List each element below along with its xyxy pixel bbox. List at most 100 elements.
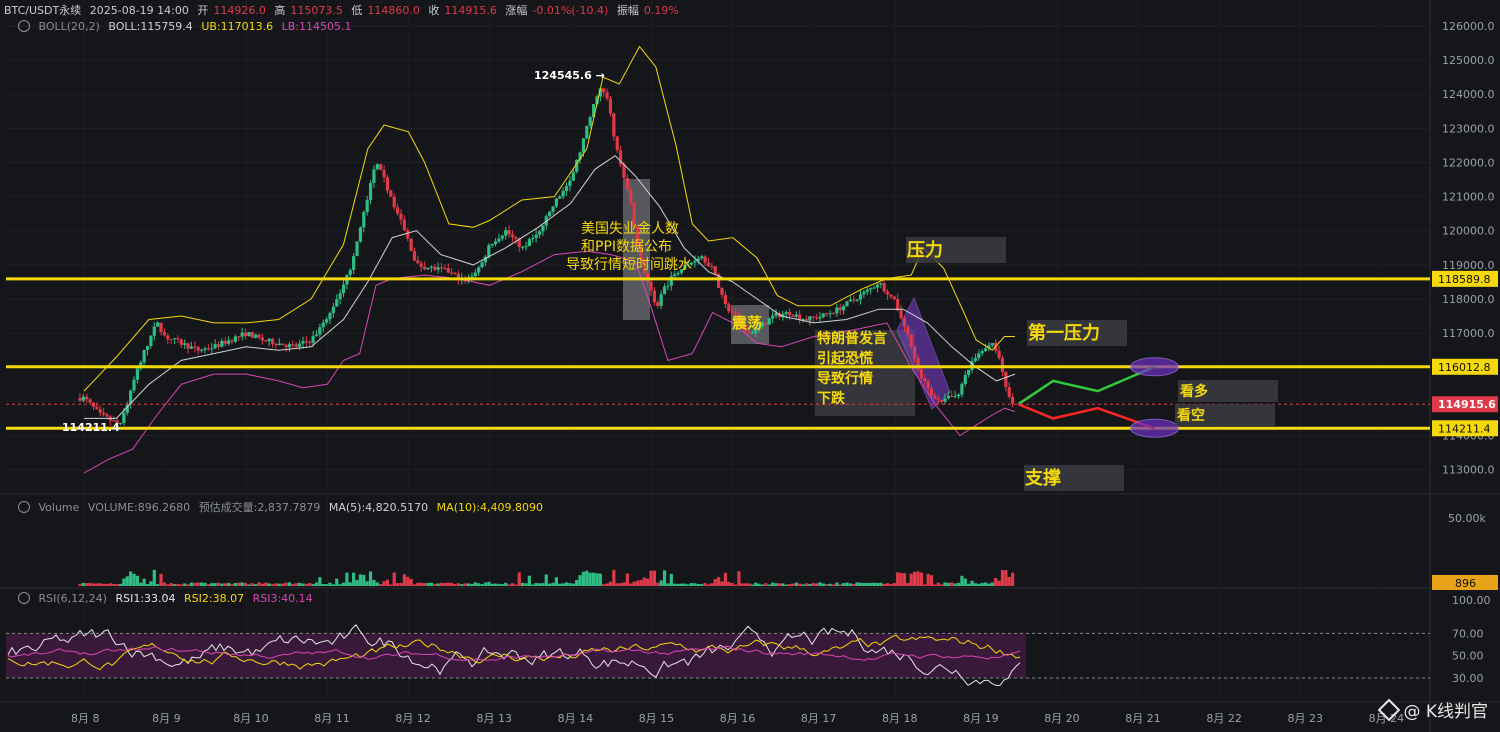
volume-bar	[254, 584, 258, 586]
candle-body	[480, 262, 484, 268]
volume-bar	[176, 583, 180, 586]
volume-bar	[973, 583, 978, 586]
candle-body	[352, 256, 356, 270]
volume-bar	[639, 580, 643, 586]
volume-estimate: 预估成交量:2,837.7879	[198, 501, 321, 514]
volume-bar	[216, 582, 221, 586]
candle-body	[416, 260, 420, 264]
volume-bar	[416, 582, 420, 586]
eye-icon[interactable]	[18, 20, 30, 32]
candle-body	[923, 378, 927, 382]
volume-bar	[490, 583, 494, 586]
eye-icon[interactable]	[18, 501, 30, 513]
candle-body	[967, 369, 971, 375]
volume-bar	[301, 583, 305, 586]
volume-bar	[91, 583, 96, 586]
volume-bar	[433, 584, 437, 586]
date-tick-label: 8月 20	[1044, 712, 1080, 725]
candle-body	[554, 198, 559, 207]
volume-bar	[260, 583, 265, 586]
candle-body	[581, 138, 586, 153]
volume-bar	[956, 582, 961, 586]
candle-body	[787, 312, 792, 316]
volume-bar	[605, 583, 609, 586]
candle-body	[493, 241, 498, 244]
volume-bar	[477, 583, 481, 586]
candle-body	[862, 291, 866, 295]
date-tick-label: 8月 14	[558, 712, 594, 725]
volume-bar	[777, 583, 782, 586]
level-price-label: 114211.4	[1438, 422, 1491, 435]
volume-bar	[723, 572, 727, 586]
candle-body	[304, 341, 308, 343]
volume-bar	[460, 584, 464, 586]
volume-bar	[345, 572, 349, 586]
candle-body	[622, 164, 626, 178]
candle-body	[926, 381, 930, 389]
volume-bar	[338, 584, 342, 586]
volume-bar	[696, 583, 700, 586]
date-tick-label: 8月 10	[233, 712, 269, 725]
candle-body	[899, 310, 903, 319]
volume-bar	[615, 583, 619, 586]
candle-body	[189, 346, 194, 349]
rsi-tick-label: 70.00	[1452, 627, 1484, 640]
volume-bar	[281, 583, 285, 586]
volume-bar	[869, 582, 873, 586]
volume-bar	[733, 584, 738, 586]
close-label: 收	[428, 4, 440, 17]
volume-bar	[646, 578, 650, 586]
candle-body	[558, 196, 562, 199]
volume-bar	[385, 579, 390, 586]
ppi-note-line: 和PPI数据公布	[581, 239, 672, 255]
candle-body	[199, 349, 204, 351]
candle-body	[392, 196, 396, 208]
volume-bar	[683, 583, 687, 586]
candle-body	[821, 313, 825, 317]
volume-bar	[95, 583, 99, 586]
rsi-tick-label: 100.00	[1452, 594, 1491, 607]
candle-body	[943, 398, 947, 402]
volume-bar	[933, 584, 937, 586]
volume-bar	[899, 573, 903, 586]
candle-body	[629, 189, 633, 203]
candle-body	[372, 169, 376, 183]
candle-body	[906, 326, 910, 335]
volume-bar	[473, 582, 477, 586]
candle-body	[838, 307, 842, 311]
candle-body	[872, 287, 876, 289]
volume-bar	[632, 581, 636, 586]
candle-body	[983, 348, 988, 352]
candle-body	[564, 185, 569, 191]
kline-chart[interactable]: 126000.0 125000.0 124000.0 123000.0 122000.0…	[0, 0, 1500, 732]
candle-body	[808, 316, 812, 321]
volume-bar	[858, 582, 863, 586]
volume-bar	[325, 584, 329, 586]
volume-bar	[635, 580, 640, 586]
candle-body	[514, 237, 518, 239]
volume-bar	[426, 582, 430, 586]
volume-bar	[406, 576, 410, 586]
candle-body	[953, 396, 957, 398]
volume-bar	[108, 583, 112, 586]
volume-bar	[179, 584, 183, 586]
candle-body	[1007, 387, 1011, 397]
eye-icon[interactable]	[18, 592, 30, 604]
volume-bar	[825, 584, 829, 586]
candle-body	[869, 288, 873, 290]
candle-body	[1000, 357, 1005, 372]
candle-body	[703, 256, 707, 263]
current-price-label: 114915.6	[1438, 398, 1496, 411]
open-label: 开	[197, 4, 209, 17]
candle-body	[122, 412, 126, 424]
volume-bar	[659, 580, 663, 586]
volume-name: Volume	[38, 501, 80, 514]
candle-body	[318, 327, 322, 335]
candle-body	[858, 294, 863, 300]
volume-bar	[578, 575, 582, 586]
price-tick-label: 121000.0	[1442, 191, 1495, 204]
volume-bar	[237, 582, 241, 586]
volume-bar	[172, 584, 177, 586]
candle-body	[710, 266, 714, 268]
candle-body	[132, 379, 136, 391]
